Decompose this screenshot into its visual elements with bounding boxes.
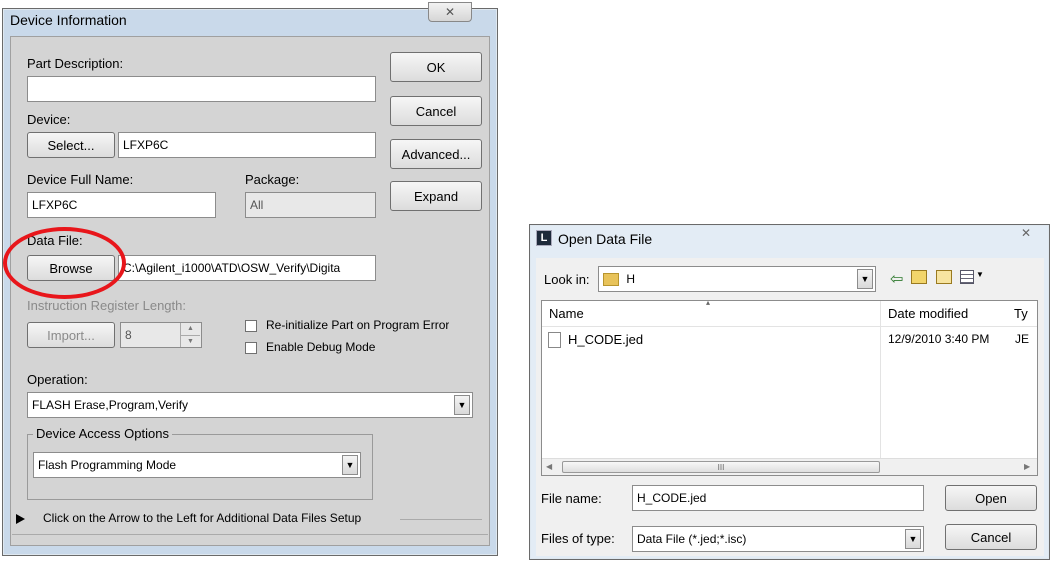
expand-button[interactable]: Expand: [390, 181, 482, 211]
part-description-input[interactable]: [27, 76, 376, 102]
footer-hint: Click on the Arrow to the Left for Addit…: [43, 511, 362, 525]
reinit-label: Re-initialize Part on Program Error: [266, 318, 450, 332]
file-icon: [548, 332, 561, 348]
close-icon: ✕: [1020, 226, 1032, 240]
close-button[interactable]: ✕: [428, 2, 472, 22]
close-icon: ✕: [444, 5, 456, 19]
up-folder-icon[interactable]: [911, 270, 927, 284]
back-icon[interactable]: ⇦: [890, 269, 903, 289]
bottom-divider: [12, 534, 488, 535]
open-cancel-button[interactable]: Cancel: [945, 524, 1037, 550]
look-in-label: Look in:: [544, 272, 590, 287]
footer-divider: [400, 519, 482, 520]
folder-icon: [603, 273, 619, 287]
highlight-circle: [3, 227, 126, 299]
package-input: All: [245, 192, 376, 218]
operation-value: FLASH Erase,Program,Verify: [32, 398, 189, 412]
file-name-label: File name:: [541, 491, 602, 506]
header-underline: [542, 326, 1037, 327]
app-icon: L: [536, 230, 552, 246]
select-device-button[interactable]: Select...: [27, 132, 115, 158]
chevron-down-icon: ▼: [857, 269, 873, 289]
scroll-left-icon[interactable]: ◀: [546, 462, 552, 471]
cancel-button[interactable]: Cancel: [390, 96, 482, 126]
files-of-type-value: Data File (*.jed;*.isc): [637, 532, 747, 546]
new-folder-icon[interactable]: [936, 270, 952, 284]
ok-button[interactable]: OK: [390, 52, 482, 82]
column-type[interactable]: Ty: [1014, 306, 1028, 321]
device-access-group-label: Device Access Options: [33, 426, 172, 441]
open-dialog-title: Open Data File: [558, 231, 653, 247]
view-menu-chevron-icon[interactable]: ▼: [976, 270, 984, 279]
data-file-path-input[interactable]: C:\Agilent_i1000\ATD\OSW_Verify\Digita: [118, 255, 376, 281]
column-date[interactable]: Date modified: [888, 306, 968, 321]
device-access-dropdown[interactable]: Flash Programming Mode ▼: [33, 452, 361, 478]
files-of-type-dropdown[interactable]: Data File (*.jed;*.isc) ▼: [632, 526, 924, 552]
sort-indicator-icon: ▴: [706, 298, 711, 307]
scroll-right-icon[interactable]: ▶: [1024, 462, 1030, 471]
reinit-checkbox[interactable]: [245, 320, 257, 332]
operation-label: Operation:: [27, 372, 88, 387]
device-access-value: Flash Programming Mode: [38, 458, 177, 472]
debug-checkbox[interactable]: [245, 342, 257, 354]
chevron-down-icon: ▼: [342, 455, 358, 475]
package-label: Package:: [245, 172, 300, 187]
device-full-name-label: Device Full Name:: [27, 172, 134, 187]
part-description-label: Part Description:: [27, 56, 124, 71]
debug-label: Enable Debug Mode: [266, 340, 376, 354]
dialog-title: Device Information: [10, 12, 127, 28]
chevron-down-icon: ▼: [905, 529, 921, 549]
device-label: Device:: [27, 112, 71, 127]
table-row[interactable]: H_CODE.jed 12/9/2010 3:40 PM JE: [548, 330, 1030, 352]
import-button: Import...: [27, 322, 115, 348]
ir-length-label: Instruction Register Length:: [27, 298, 186, 313]
column-name[interactable]: Name: [549, 306, 584, 321]
spinner-arrows: ▲ ▼: [180, 323, 200, 347]
advanced-button[interactable]: Advanced...: [390, 139, 482, 169]
horizontal-scrollbar[interactable]: ◀ III ▶: [542, 458, 1037, 475]
file-date: 12/9/2010 3:40 PM: [888, 332, 990, 346]
expand-arrow-icon[interactable]: [16, 514, 25, 524]
file-name-input[interactable]: H_CODE.jed: [632, 485, 924, 511]
ir-length-value: 8: [125, 328, 132, 342]
device-full-name-input[interactable]: LFXP6C: [27, 192, 216, 218]
file-type: JE: [1015, 332, 1030, 346]
look-in-dropdown[interactable]: H ▼: [598, 266, 876, 292]
scroll-thumb[interactable]: III: [562, 461, 880, 473]
open-button[interactable]: Open: [945, 485, 1037, 511]
column-divider: [880, 301, 881, 475]
device-input[interactable]: LFXP6C: [118, 132, 376, 158]
files-of-type-label: Files of type:: [541, 531, 615, 546]
chevron-down-icon: ▼: [454, 395, 470, 415]
open-close-button[interactable]: ✕: [1005, 224, 1047, 242]
file-name: H_CODE.jed: [568, 332, 644, 347]
look-in-value: H: [626, 272, 636, 286]
view-menu-icon[interactable]: [960, 270, 974, 284]
operation-dropdown[interactable]: FLASH Erase,Program,Verify ▼: [27, 392, 473, 418]
